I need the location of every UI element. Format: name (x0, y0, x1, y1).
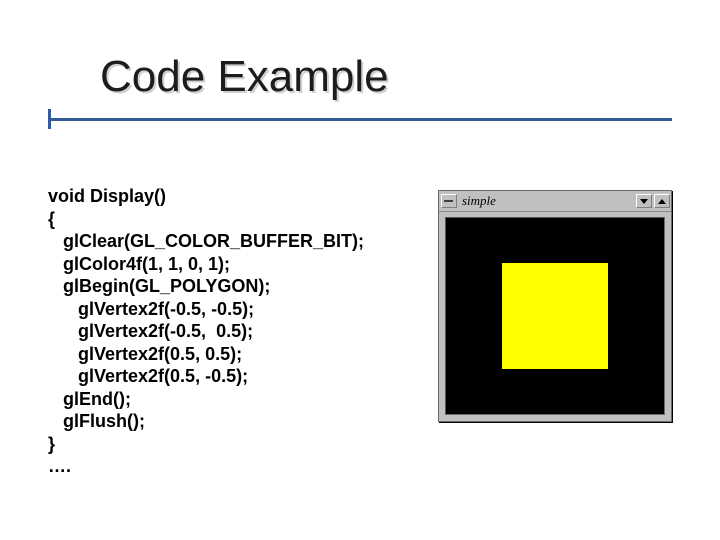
code-line: { (48, 209, 55, 229)
minimize-button[interactable] (636, 194, 652, 208)
code-line: void Display() (48, 186, 166, 206)
code-line: } (48, 434, 55, 454)
slide-title: Code Example (100, 52, 389, 102)
slide: Code Example void Display() { glClear(GL… (0, 0, 720, 540)
code-line: glBegin(GL_POLYGON); (48, 276, 270, 296)
code-line: glColor4f(1, 1, 0, 1); (48, 254, 230, 274)
yellow-polygon (502, 263, 608, 369)
title-wrap: Code Example (100, 52, 389, 102)
code-block: void Display() { glClear(GL_COLOR_BUFFER… (48, 185, 364, 478)
system-menu-icon[interactable] (441, 194, 457, 208)
code-line: …. (48, 456, 71, 476)
opengl-window: simple (438, 190, 672, 422)
title-underline (48, 118, 672, 121)
window-title: simple (460, 193, 635, 209)
triangle-down-icon (640, 199, 648, 204)
opengl-canvas (445, 217, 665, 415)
code-line: glVertex2f(0.5, 0.5); (48, 344, 242, 364)
window-titlebar: simple (439, 191, 671, 212)
triangle-up-icon (658, 199, 666, 204)
code-line: glVertex2f(-0.5, 0.5); (48, 321, 253, 341)
code-line: glFlush(); (48, 411, 145, 431)
maximize-button[interactable] (654, 194, 670, 208)
code-line: glVertex2f(-0.5, -0.5); (48, 299, 254, 319)
code-line: glClear(GL_COLOR_BUFFER_BIT); (48, 231, 364, 251)
code-line: glVertex2f(0.5, -0.5); (48, 366, 248, 386)
code-line: glEnd(); (48, 389, 131, 409)
